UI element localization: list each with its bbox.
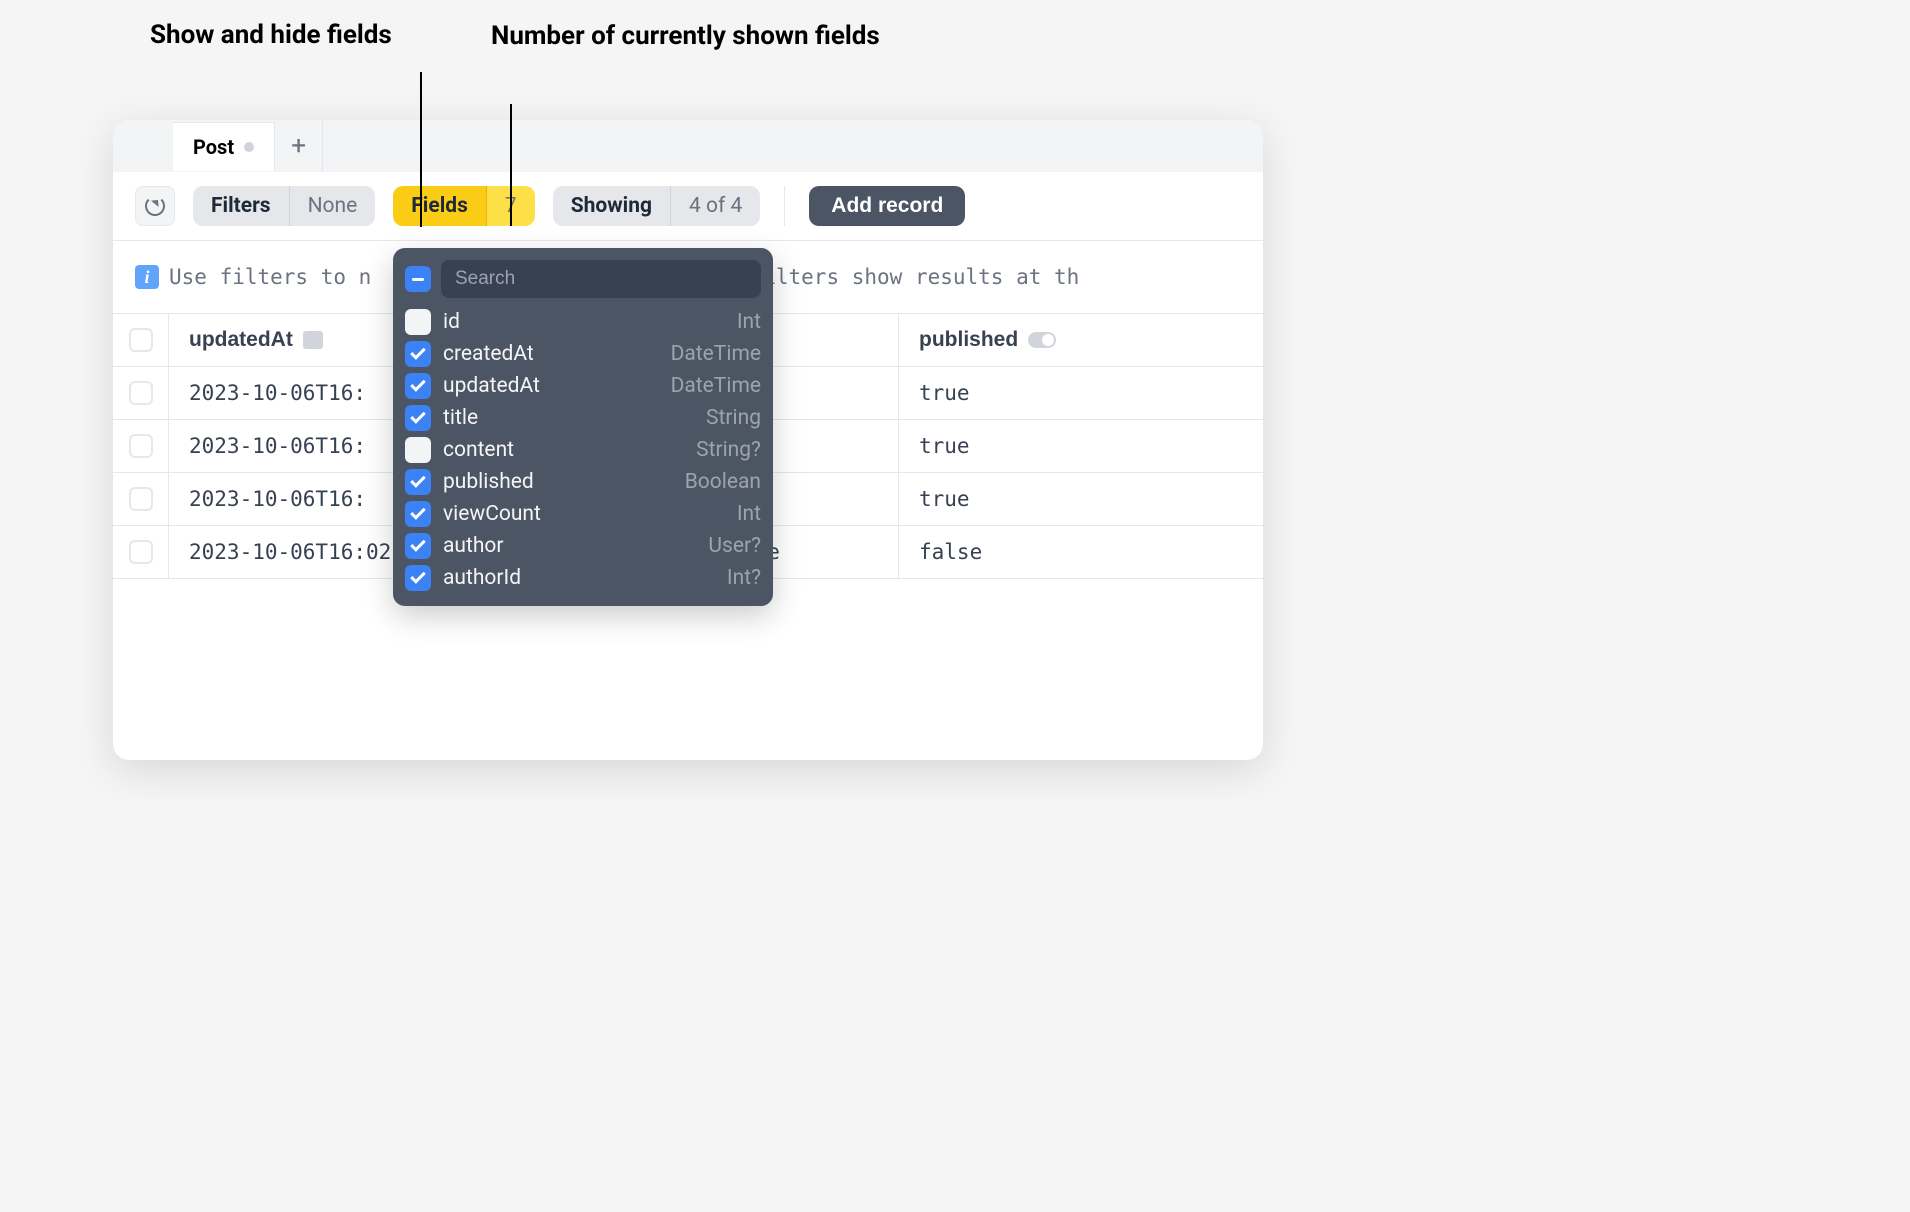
field-name-label: content: [443, 438, 696, 462]
field-type-label: Int: [737, 310, 761, 334]
tab-post[interactable]: Post: [173, 122, 275, 171]
field-checkbox[interactable]: [405, 501, 431, 527]
annotation-line: [510, 104, 512, 226]
check-icon: [410, 344, 426, 360]
row-checkbox-cell: [113, 420, 169, 472]
field-type-label: DateTime: [671, 342, 761, 366]
filters-pill[interactable]: Filters None: [193, 186, 375, 226]
annotation-line: [420, 72, 422, 227]
field-checkbox[interactable]: [405, 533, 431, 559]
check-icon: [410, 536, 426, 552]
field-type-label: Int: [737, 502, 761, 526]
annotation-show-hide: Show and hide fields: [150, 20, 392, 50]
field-name-label: published: [443, 470, 685, 494]
cell-published[interactable]: true: [899, 420, 1263, 472]
field-type-label: String: [706, 406, 761, 430]
field-type-label: Int?: [727, 566, 761, 590]
field-type-label: User?: [708, 534, 761, 558]
select-all-checkbox[interactable]: [129, 328, 153, 352]
field-name-label: authorId: [443, 566, 727, 590]
field-option-updatedat[interactable]: updatedAtDateTime: [405, 370, 761, 402]
field-option-content[interactable]: contentString?: [405, 434, 761, 466]
tab-label: Post: [193, 135, 234, 159]
field-option-authorid[interactable]: authorIdInt?: [405, 562, 761, 594]
reload-button[interactable]: [135, 186, 175, 226]
fields-label: Fields: [393, 186, 486, 226]
check-icon: [410, 408, 426, 424]
field-type-label: String?: [696, 438, 761, 462]
check-icon: [410, 472, 426, 488]
row-checkbox[interactable]: [129, 487, 153, 511]
add-record-button[interactable]: Add record: [809, 186, 965, 226]
check-icon: [410, 504, 426, 520]
tab-status-dot: [244, 142, 254, 152]
row-checkbox[interactable]: [129, 381, 153, 405]
row-checkbox-cell: [113, 473, 169, 525]
cell-published[interactable]: true: [899, 473, 1263, 525]
cell-published[interactable]: true: [899, 367, 1263, 419]
field-name-label: title: [443, 406, 706, 430]
field-checkbox[interactable]: [405, 309, 431, 335]
field-option-createdat[interactable]: createdAtDateTime: [405, 338, 761, 370]
field-option-viewcount[interactable]: viewCountInt: [405, 498, 761, 530]
field-name-label: author: [443, 534, 708, 558]
field-checkbox[interactable]: [405, 341, 431, 367]
column-label: updatedAt: [189, 328, 293, 352]
toggle-all-fields-checkbox[interactable]: [405, 266, 431, 292]
row-checkbox[interactable]: [129, 540, 153, 564]
showing-label: Showing: [553, 186, 670, 226]
reload-icon: [145, 196, 165, 216]
annotation-count: Number of currently shown fields: [491, 20, 880, 54]
check-icon: [410, 568, 426, 584]
field-option-published[interactable]: publishedBoolean: [405, 466, 761, 498]
field-name-label: id: [443, 310, 737, 334]
field-checkbox[interactable]: [405, 565, 431, 591]
filters-value: None: [289, 186, 376, 226]
cell-published[interactable]: false: [899, 526, 1263, 578]
select-all-cell: [113, 314, 169, 366]
check-icon: [410, 376, 426, 392]
fields-search-input[interactable]: [441, 260, 761, 298]
tabs-bar: Post +: [113, 120, 1263, 172]
column-header-published[interactable]: published: [899, 314, 1263, 366]
field-name-label: createdAt: [443, 342, 671, 366]
fields-pill[interactable]: Fields 7: [393, 186, 534, 226]
field-name-label: viewCount: [443, 502, 737, 526]
info-icon: i: [135, 265, 159, 289]
add-tab-button[interactable]: +: [275, 120, 323, 172]
fields-popup: idIntcreatedAtDateTimeupdatedAtDateTimet…: [393, 248, 773, 606]
calendar-icon: [303, 331, 323, 349]
row-checkbox-cell: [113, 367, 169, 419]
toolbar: Filters None Fields 7 Showing 4 of 4 Add…: [113, 172, 1263, 241]
field-type-label: DateTime: [671, 374, 761, 398]
field-type-label: Boolean: [685, 470, 761, 494]
showing-pill[interactable]: Showing 4 of 4: [553, 186, 761, 226]
field-option-author[interactable]: authorUser?: [405, 530, 761, 562]
toggle-icon: [1028, 332, 1056, 348]
field-checkbox[interactable]: [405, 469, 431, 495]
field-name-label: updatedAt: [443, 374, 671, 398]
row-checkbox[interactable]: [129, 434, 153, 458]
toolbar-divider: [784, 186, 785, 226]
row-checkbox-cell: [113, 526, 169, 578]
filters-label: Filters: [193, 186, 289, 226]
popup-header: [405, 260, 761, 298]
column-label: published: [919, 328, 1018, 352]
field-checkbox[interactable]: [405, 373, 431, 399]
field-checkbox[interactable]: [405, 437, 431, 463]
field-option-id[interactable]: idInt: [405, 306, 761, 338]
field-option-title[interactable]: titleString: [405, 402, 761, 434]
showing-value: 4 of 4: [670, 186, 760, 226]
field-checkbox[interactable]: [405, 405, 431, 431]
